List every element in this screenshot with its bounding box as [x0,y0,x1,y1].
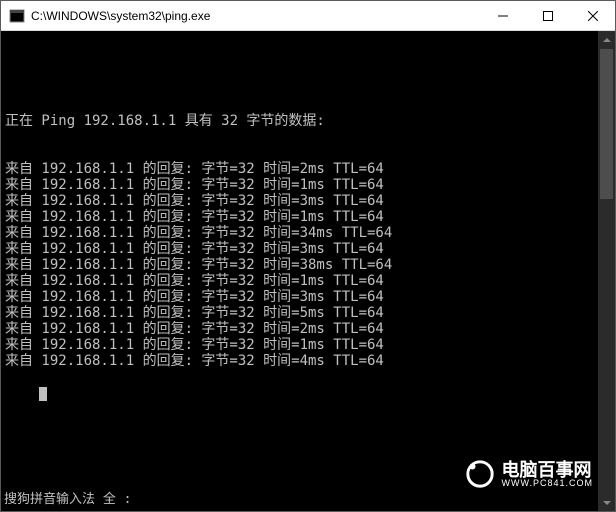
reply-line: 来自 192.168.1.1 的回复: 字节=32 时间=34ms TTL=64 [5,225,611,241]
console-window: C:\WINDOWS\system32\ping.exe 正在 Ping 192… [0,0,616,512]
text-cursor [39,387,47,401]
reply-line: 来自 192.168.1.1 的回复: 字节=32 时间=1ms TTL=64 [5,273,611,289]
reply-line: 来自 192.168.1.1 的回复: 字节=32 时间=38ms TTL=64 [5,257,611,273]
console-output[interactable]: 正在 Ping 192.168.1.1 具有 32 字节的数据: 来自 192.… [1,31,615,511]
ime-status-bar: 搜狗拼音输入法 全 : [2,490,597,510]
window-controls [480,1,615,30]
close-button[interactable] [570,1,615,30]
reply-line: 来自 192.168.1.1 的回复: 字节=32 时间=1ms TTL=64 [5,209,611,225]
reply-lines: 来自 192.168.1.1 的回复: 字节=32 时间=2ms TTL=64来… [5,161,611,369]
reply-line: 来自 192.168.1.1 的回复: 字节=32 时间=2ms TTL=64 [5,161,611,177]
reply-line: 来自 192.168.1.1 的回复: 字节=32 时间=1ms TTL=64 [5,337,611,353]
scroll-thumb[interactable] [600,49,613,199]
scroll-down-button[interactable] [598,494,615,511]
reply-line: 来自 192.168.1.1 的回复: 字节=32 时间=1ms TTL=64 [5,177,611,193]
reply-line: 来自 192.168.1.1 的回复: 字节=32 时间=5ms TTL=64 [5,305,611,321]
window-title: C:\WINDOWS\system32\ping.exe [31,9,480,23]
minimize-button[interactable] [480,1,525,30]
titlebar: C:\WINDOWS\system32\ping.exe [1,1,615,31]
vertical-scrollbar[interactable] [598,31,615,511]
reply-line: 来自 192.168.1.1 的回复: 字节=32 时间=3ms TTL=64 [5,289,611,305]
maximize-button[interactable] [525,1,570,30]
reply-line: 来自 192.168.1.1 的回复: 字节=32 时间=3ms TTL=64 [5,241,611,257]
reply-line: 来自 192.168.1.1 的回复: 字节=32 时间=4ms TTL=64 [5,353,611,369]
ping-header: 正在 Ping 192.168.1.1 具有 32 字节的数据: [5,113,611,129]
app-icon [9,8,25,24]
ime-text: 搜狗拼音输入法 全 : [4,492,131,507]
reply-line: 来自 192.168.1.1 的回复: 字节=32 时间=2ms TTL=64 [5,321,611,337]
scroll-up-button[interactable] [598,31,615,48]
reply-line: 来自 192.168.1.1 的回复: 字节=32 时间=3ms TTL=64 [5,193,611,209]
blank-line [5,65,611,81]
